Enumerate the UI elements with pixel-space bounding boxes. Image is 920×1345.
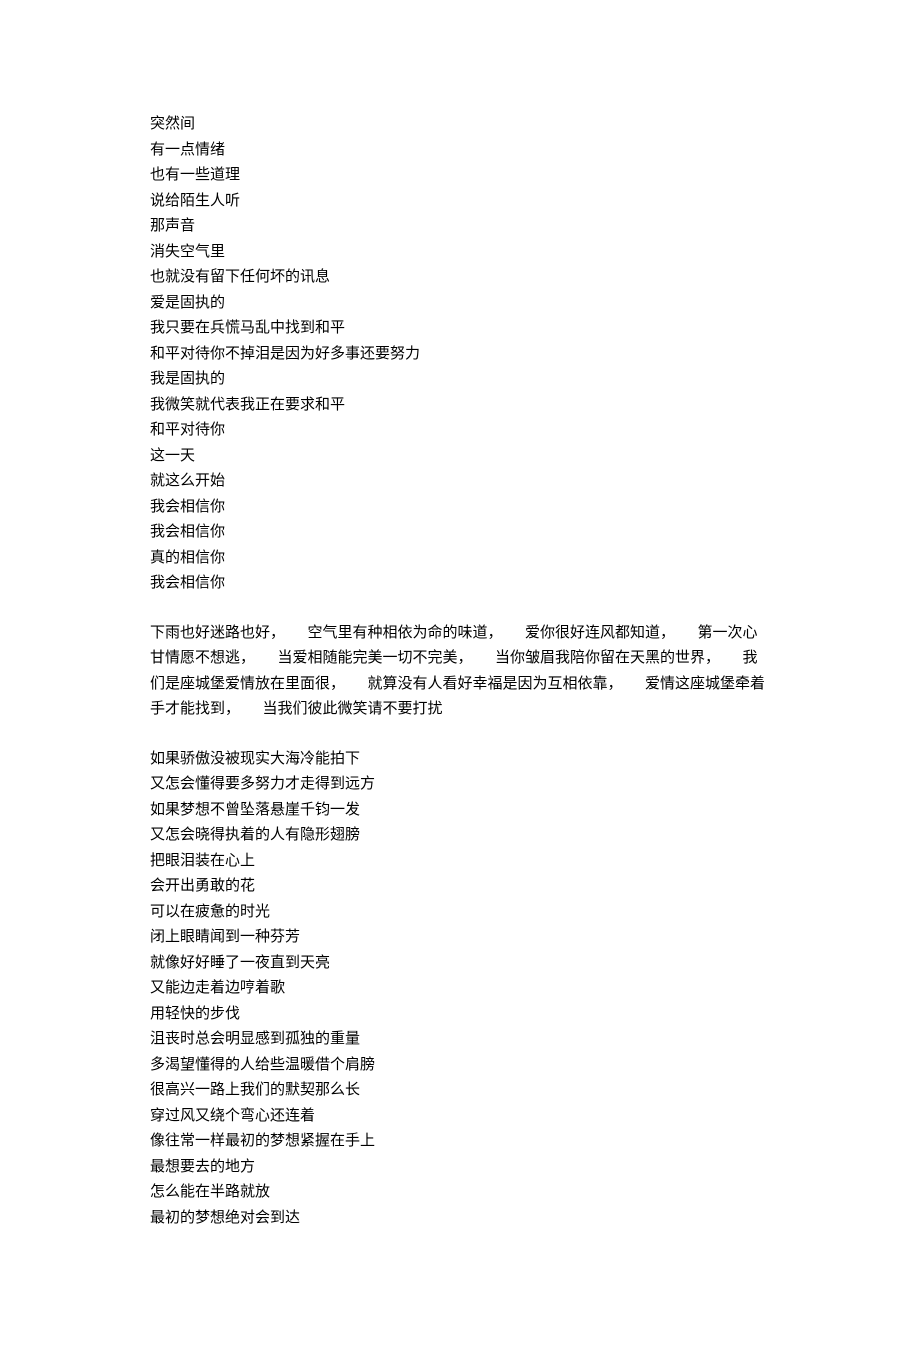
lyric-line: 如果梦想不曾坠落悬崖千钧一发 [150, 798, 770, 824]
lyric-line: 又怎会懂得要多努力才走得到远方 [150, 772, 770, 798]
lyric-line: 会开出勇敢的花 [150, 874, 770, 900]
lyric-line: 我只要在兵慌马乱中找到和平 [150, 316, 770, 342]
lyric-line: 闭上眼睛闻到一种芬芳 [150, 925, 770, 951]
lyric-line: 有一点情绪 [150, 138, 770, 164]
lyric-block-2: 如果骄傲没被现实大海冷能拍下 又怎会懂得要多努力才走得到远方 如果梦想不曾坠落悬… [150, 747, 770, 1232]
lyric-line: 突然间 [150, 112, 770, 138]
lyric-line: 最想要去的地方 [150, 1155, 770, 1181]
lyric-line: 和平对待你 [150, 418, 770, 444]
lyric-line: 很高兴一路上我们的默契那么长 [150, 1078, 770, 1104]
lyric-line: 就像好好睡了一夜直到天亮 [150, 951, 770, 977]
lyric-block-1: 突然间 有一点情绪 也有一些道理 说给陌生人听 那声音 消失空气里 也就没有留下… [150, 112, 770, 597]
lyric-line: 真的相信你 [150, 546, 770, 572]
lyric-line: 最初的梦想绝对会到达 [150, 1206, 770, 1232]
lyric-line: 又能边走着边哼着歌 [150, 976, 770, 1002]
lyric-line: 爱是固执的 [150, 291, 770, 317]
lyric-line: 我会相信你 [150, 495, 770, 521]
lyric-line: 我会相信你 [150, 520, 770, 546]
lyric-line: 我微笑就代表我正在要求和平 [150, 393, 770, 419]
lyric-line: 用轻快的步伐 [150, 1002, 770, 1028]
lyric-line: 多渴望懂得的人给些温暖借个肩膀 [150, 1053, 770, 1079]
lyric-line: 如果骄傲没被现实大海冷能拍下 [150, 747, 770, 773]
lyric-line: 也就没有留下任何坏的讯息 [150, 265, 770, 291]
lyric-line: 消失空气里 [150, 240, 770, 266]
lyric-line: 也有一些道理 [150, 163, 770, 189]
lyric-line: 沮丧时总会明显感到孤独的重量 [150, 1027, 770, 1053]
lyric-line: 那声音 [150, 214, 770, 240]
lyric-line: 把眼泪装在心上 [150, 849, 770, 875]
lyric-line: 可以在疲惫的时光 [150, 900, 770, 926]
lyric-line: 就这么开始 [150, 469, 770, 495]
lyric-line: 又怎会晓得执着的人有隐形翅膀 [150, 823, 770, 849]
lyric-line: 说给陌生人听 [150, 189, 770, 215]
prose-text: 下雨也好迷路也好， 空气里有种相依为命的味道， 爱你很好连风都知道， 第一次心甘… [150, 621, 770, 723]
lyric-line: 和平对待你不掉泪是因为好多事还要努力 [150, 342, 770, 368]
lyric-line: 我会相信你 [150, 571, 770, 597]
lyric-line: 这一天 [150, 444, 770, 470]
lyric-line: 我是固执的 [150, 367, 770, 393]
lyric-line: 穿过风又绕个弯心还连着 [150, 1104, 770, 1130]
lyric-line: 像往常一样最初的梦想紧握在手上 [150, 1129, 770, 1155]
document-page: 突然间 有一点情绪 也有一些道理 说给陌生人听 那声音 消失空气里 也就没有留下… [0, 0, 920, 1345]
prose-block: 下雨也好迷路也好， 空气里有种相依为命的味道， 爱你很好连风都知道， 第一次心甘… [150, 621, 770, 723]
lyric-line: 怎么能在半路就放 [150, 1180, 770, 1206]
